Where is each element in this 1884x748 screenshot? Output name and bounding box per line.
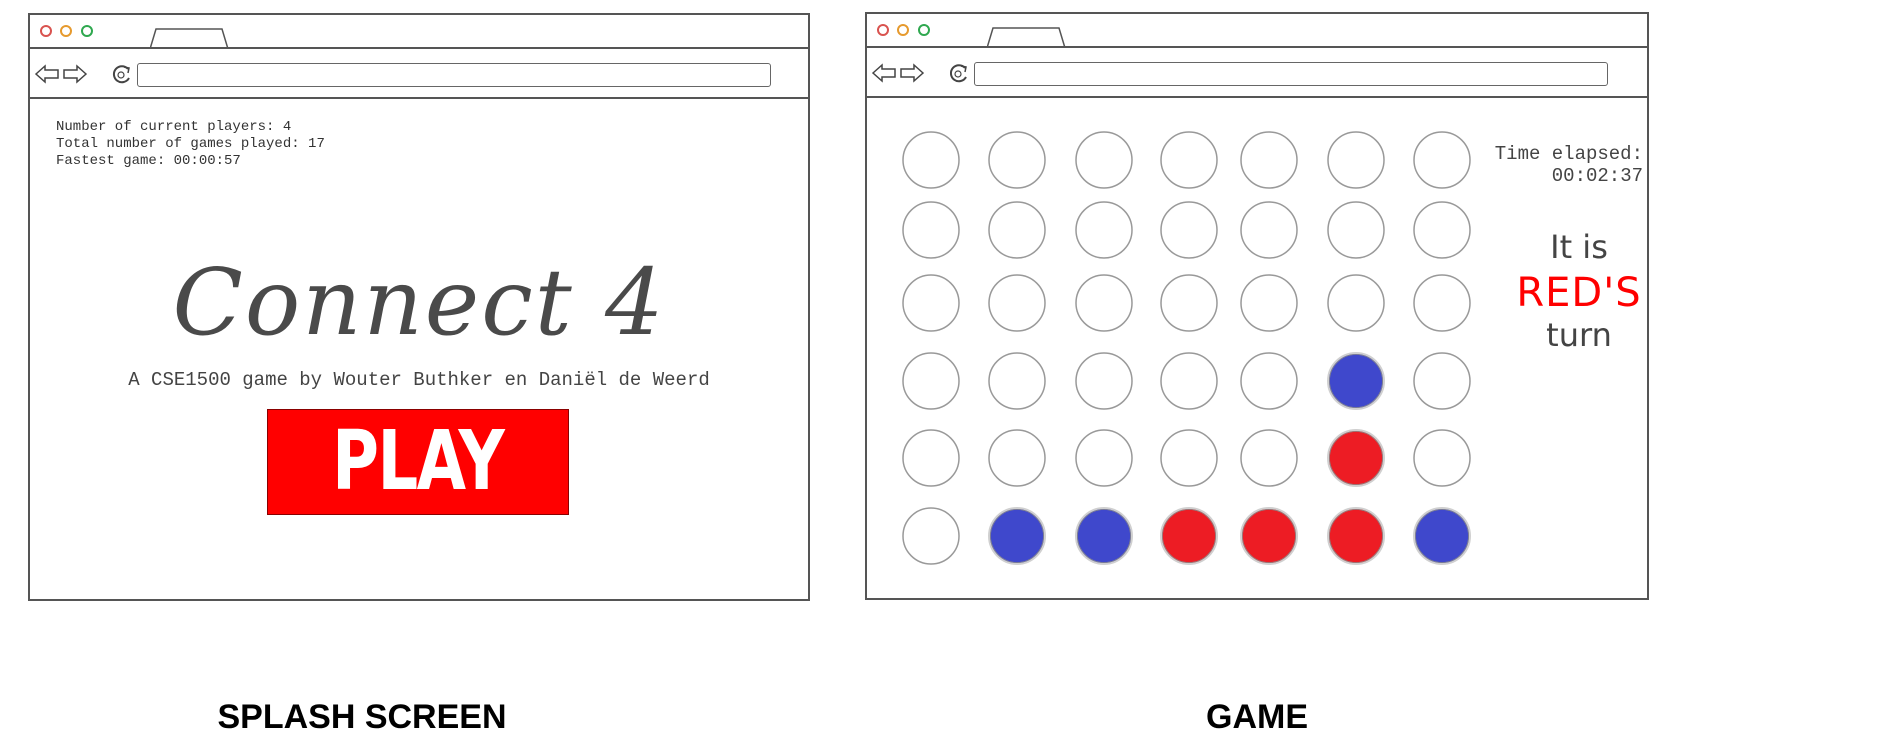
- board-slot[interactable]: [1160, 274, 1218, 332]
- play-button[interactable]: PLAY: [267, 409, 569, 515]
- board-slot[interactable]: [988, 131, 1046, 189]
- board-slot[interactable]: [988, 429, 1046, 487]
- board-slot[interactable]: [902, 131, 960, 189]
- address-bar[interactable]: [974, 62, 1608, 86]
- board-slot[interactable]: [1160, 131, 1218, 189]
- turn-prefix: It is: [1550, 228, 1608, 266]
- refresh-icon[interactable]: [947, 62, 973, 84]
- board-slot[interactable]: [1240, 131, 1298, 189]
- board-slot[interactable]: [1413, 201, 1471, 259]
- board-slot[interactable]: [1240, 274, 1298, 332]
- board-slot[interactable]: [1160, 352, 1218, 410]
- board-slot[interactable]: [1160, 429, 1218, 487]
- splash-caption: SPLASH SCREEN: [217, 698, 507, 736]
- blue-disc[interactable]: [1413, 507, 1471, 565]
- board-slot[interactable]: [902, 507, 960, 565]
- browser-tab[interactable]: [987, 27, 1067, 48]
- board-slot[interactable]: [1075, 274, 1133, 332]
- splash-content: Number of current players: 4 Total numbe…: [30, 99, 808, 599]
- blue-disc[interactable]: [1075, 507, 1133, 565]
- back-arrow-icon[interactable]: [34, 63, 60, 85]
- board-slot[interactable]: [1075, 352, 1133, 410]
- browser-titlebar: [30, 15, 808, 49]
- timer-label: Time elapsed:: [1494, 143, 1643, 165]
- turn-player: RED'S: [1516, 270, 1642, 316]
- red-disc[interactable]: [1240, 507, 1298, 565]
- refresh-icon[interactable]: [110, 63, 136, 85]
- board-slot[interactable]: [1075, 131, 1133, 189]
- browser-tab[interactable]: [150, 28, 230, 49]
- browser-titlebar: [867, 14, 1647, 48]
- board-slot[interactable]: [1160, 201, 1218, 259]
- board-slot[interactable]: [1413, 274, 1471, 332]
- game-title: Connect 4: [172, 249, 666, 356]
- close-window-button[interactable]: [40, 25, 52, 37]
- board-slot[interactable]: [988, 201, 1046, 259]
- game-window: Time elapsed: 00:02:37 It is RED'S turn: [865, 12, 1649, 600]
- board-slot[interactable]: [902, 201, 960, 259]
- red-disc[interactable]: [1327, 507, 1385, 565]
- board-slot[interactable]: [1240, 429, 1298, 487]
- forward-arrow-icon[interactable]: [899, 62, 925, 84]
- board-slot[interactable]: [1240, 201, 1298, 259]
- board-slot[interactable]: [988, 352, 1046, 410]
- red-disc[interactable]: [1160, 507, 1218, 565]
- maximize-window-button[interactable]: [81, 25, 93, 37]
- board-slot[interactable]: [1327, 201, 1385, 259]
- timer-value: 00:02:37: [1551, 165, 1643, 187]
- board-slot[interactable]: [1327, 274, 1385, 332]
- turn-suffix: turn: [1546, 316, 1612, 354]
- minimize-window-button[interactable]: [60, 25, 72, 37]
- board-slot[interactable]: [1413, 429, 1471, 487]
- board-slot[interactable]: [902, 352, 960, 410]
- timer-panel: Time elapsed: 00:02:37: [1495, 143, 1643, 187]
- forward-arrow-icon[interactable]: [62, 63, 88, 85]
- minimize-window-button[interactable]: [897, 24, 909, 36]
- address-bar[interactable]: [137, 63, 771, 87]
- blue-disc[interactable]: [1327, 352, 1385, 410]
- board-slot[interactable]: [1413, 352, 1471, 410]
- play-button-label: PLAY: [332, 414, 505, 509]
- board-slot[interactable]: [988, 274, 1046, 332]
- close-window-button[interactable]: [877, 24, 889, 36]
- game-content: Time elapsed: 00:02:37 It is RED'S turn: [867, 98, 1647, 598]
- game-subtitle: A CSE1500 game by Wouter Buthker en Dani…: [128, 369, 710, 391]
- stats-panel: Number of current players: 4 Total numbe…: [56, 119, 325, 170]
- maximize-window-button[interactable]: [918, 24, 930, 36]
- board-slot[interactable]: [1075, 429, 1133, 487]
- board-slot[interactable]: [1075, 201, 1133, 259]
- browser-navbar: [867, 48, 1647, 98]
- blue-disc[interactable]: [988, 507, 1046, 565]
- board-slot[interactable]: [1240, 352, 1298, 410]
- game-caption: GAME: [1206, 698, 1308, 736]
- splash-window: Number of current players: 4 Total numbe…: [28, 13, 810, 601]
- browser-navbar: [30, 49, 808, 99]
- board-slot[interactable]: [902, 274, 960, 332]
- current-players-stat: Number of current players: 4: [56, 119, 292, 135]
- games-played-stat: Total number of games played: 17: [56, 136, 325, 152]
- board-slot[interactable]: [1327, 131, 1385, 189]
- board-slot[interactable]: [1413, 131, 1471, 189]
- red-disc[interactable]: [1327, 429, 1385, 487]
- board-slot[interactable]: [902, 429, 960, 487]
- back-arrow-icon[interactable]: [871, 62, 897, 84]
- fastest-game-stat: Fastest game: 00:00:57: [56, 153, 241, 169]
